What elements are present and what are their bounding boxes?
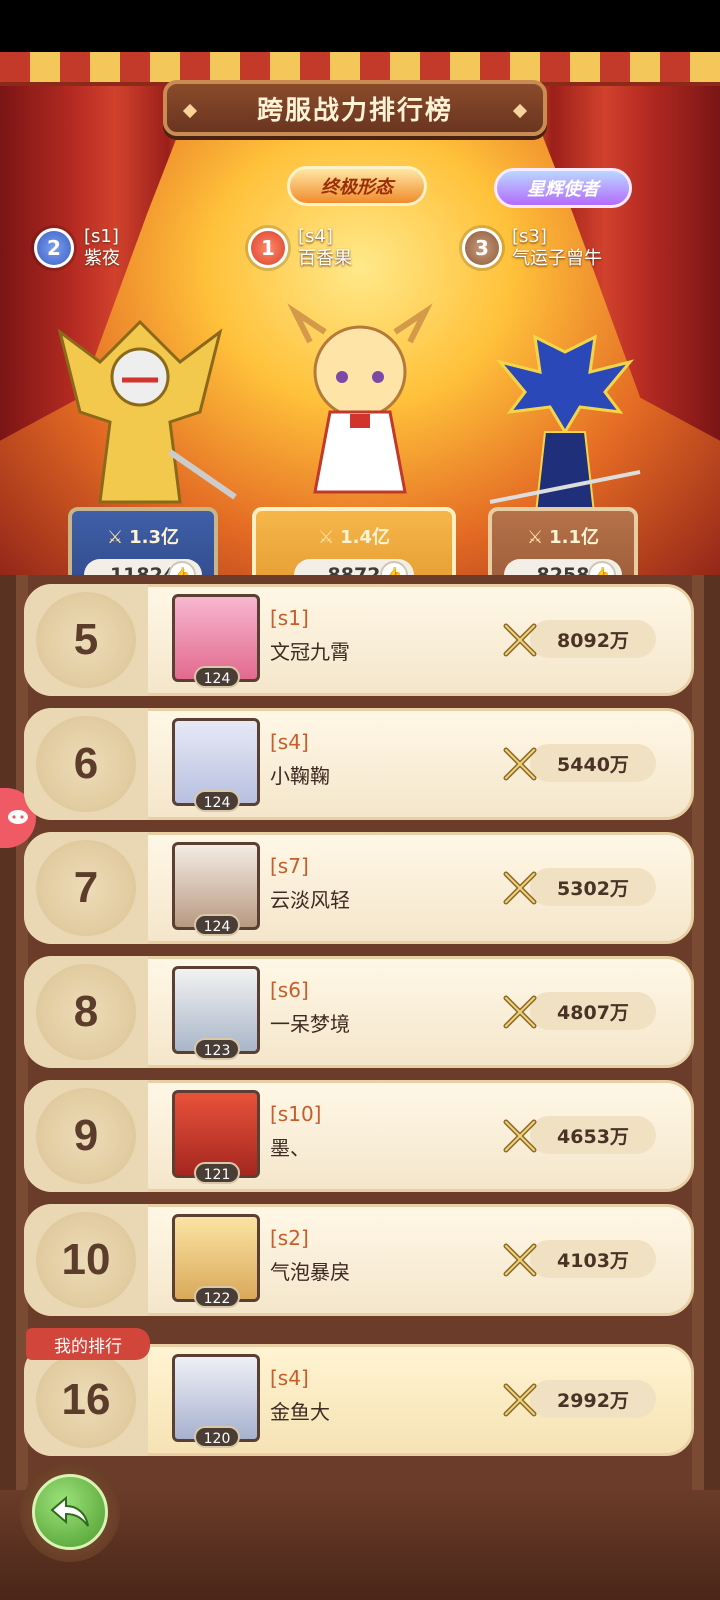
player-name: 文冠九霄	[270, 640, 350, 664]
podium-info-1[interactable]: 1 [s4] 百香果	[248, 222, 362, 274]
server-label: [s6]	[270, 978, 309, 1002]
level-badge: 120	[194, 1426, 240, 1448]
server-label: [s4]	[270, 1366, 309, 1390]
my-ranking-row[interactable]: 16 120 [s4] 金鱼大 2992万	[24, 1344, 694, 1456]
player-name: 气泡暴戾	[270, 1260, 350, 1284]
crossed-swords-icon	[503, 995, 537, 1029]
bronze-medal-icon: 3	[462, 228, 502, 268]
crossed-swords-icon: ⚔	[317, 527, 335, 548]
back-arrow-icon	[32, 1474, 108, 1550]
podium-server: [s3]	[512, 226, 547, 247]
plaque-gem-icon	[182, 103, 198, 119]
podium-info-3[interactable]: 3 [s3] 气运子曾牛	[462, 222, 612, 274]
power-value: 2992万	[530, 1380, 656, 1418]
crossed-swords-icon: ⚔	[526, 527, 544, 548]
crossed-swords-icon	[503, 747, 537, 781]
rank-number: 10	[36, 1212, 136, 1308]
server-label: [s1]	[270, 606, 309, 630]
silver-medal-icon: 2	[34, 228, 74, 268]
power-value: 8092万	[530, 620, 656, 658]
power-value: 5440万	[530, 744, 656, 782]
podium-name: 百香果	[298, 248, 352, 269]
page-title: 跨服战力排行榜	[256, 95, 453, 126]
status-bar	[0, 0, 720, 52]
crossed-swords-icon	[503, 871, 537, 905]
rank-number: 8	[36, 964, 136, 1060]
ranking-row[interactable]: 7 124 [s7] 云淡风轻 5302万	[24, 832, 694, 944]
ranking-row[interactable]: 6 124 [s4] 小鞠鞠 5440万	[24, 708, 694, 820]
podium-power: 1.3亿	[129, 527, 180, 548]
ranking-row[interactable]: 5 124 [s1] 文冠九霄 8092万	[24, 584, 694, 696]
server-label: [s10]	[270, 1102, 322, 1126]
player-name: 小鞠鞠	[270, 764, 330, 788]
server-label: [s2]	[270, 1226, 309, 1250]
deer-girl-character-icon[interactable]	[270, 302, 450, 522]
power-value: 5302万	[530, 868, 656, 906]
crossed-swords-icon	[503, 623, 537, 657]
crossed-swords-icon	[503, 1383, 537, 1417]
player-name: 一呆梦境	[270, 1012, 350, 1036]
ranking-row[interactable]: 9 121 [s10] 墨、 4653万	[24, 1080, 694, 1192]
level-badge: 121	[194, 1162, 240, 1184]
server-label: [s4]	[270, 730, 309, 754]
ranking-row[interactable]: 10 122 [s2] 气泡暴戾 4103万	[24, 1204, 694, 1316]
title-badge-star[interactable]: 星辉使者	[494, 168, 632, 208]
player-name: 云淡风轻	[270, 888, 350, 912]
my-rank-tag: 我的排行	[26, 1328, 150, 1360]
level-badge: 123	[194, 1038, 240, 1060]
rank-number: 16	[36, 1352, 136, 1448]
level-badge: 124	[194, 790, 240, 812]
rank-number: 5	[36, 592, 136, 688]
podium-stage: 跨服战力排行榜 终极形态 星辉使者 2 [s1] 紫夜 1 [s4] 百香果 3…	[0, 52, 720, 592]
rank-number: 6	[36, 716, 136, 812]
server-label: [s7]	[270, 854, 309, 878]
golden-knight-character-icon[interactable]	[40, 302, 240, 532]
power-value: 4653万	[530, 1116, 656, 1154]
rank-number: 9	[36, 1088, 136, 1184]
podium-power: 1.1亿	[549, 527, 600, 548]
rank-number: 7	[36, 840, 136, 936]
ranking-row[interactable]: 8 123 [s6] 一呆梦境 4807万	[24, 956, 694, 1068]
player-name: 墨、	[270, 1136, 310, 1160]
title-badge-ultimate[interactable]: 终极形态	[287, 166, 427, 206]
podium-server: [s1]	[84, 226, 119, 247]
level-badge: 122	[194, 1286, 240, 1308]
level-badge: 124	[194, 666, 240, 688]
podium-server: [s4]	[298, 226, 333, 247]
back-button[interactable]	[20, 1462, 120, 1562]
podium-name: 紫夜	[84, 248, 120, 269]
level-badge: 124	[194, 914, 240, 936]
podium-power: 1.4亿	[340, 527, 391, 548]
crossed-swords-icon	[503, 1119, 537, 1153]
gold-medal-icon: 1	[248, 228, 288, 268]
crossed-swords-icon: ⚔	[106, 527, 124, 548]
player-name: 金鱼大	[270, 1400, 330, 1424]
plaque-gem-icon	[512, 103, 528, 119]
power-value: 4103万	[530, 1240, 656, 1278]
power-value: 4807万	[530, 992, 656, 1030]
podium-info-2[interactable]: 2 [s1] 紫夜	[34, 222, 130, 274]
podium-name: 气运子曾牛	[512, 248, 602, 269]
crossed-swords-icon	[503, 1243, 537, 1277]
title-plaque: 跨服战力排行榜	[163, 80, 547, 136]
